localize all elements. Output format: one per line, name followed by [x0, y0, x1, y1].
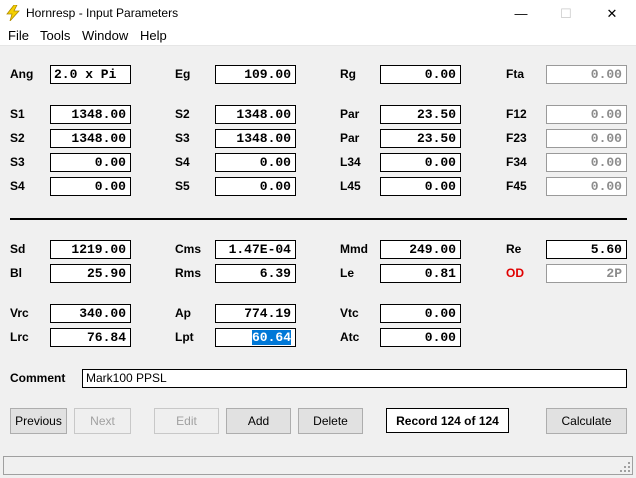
param-label: Vrc	[10, 306, 29, 320]
s1-field[interactable]: 1348.00	[50, 105, 131, 124]
ang-field[interactable]: 2.0 x Pi	[50, 65, 131, 84]
le-field[interactable]: 0.81	[380, 264, 461, 283]
param-label: Ang	[10, 67, 34, 81]
rms-field[interactable]: 6.39	[215, 264, 296, 283]
param-label: Sd	[10, 242, 26, 256]
menu-window[interactable]: Window	[82, 28, 128, 43]
edit-button[interactable]: Edit	[154, 408, 219, 434]
mmd-field[interactable]: 249.00	[380, 240, 461, 259]
l45-field[interactable]: 0.00	[380, 177, 461, 196]
l34-field[interactable]: 0.00	[380, 153, 461, 172]
lrc-field[interactable]: 76.84	[50, 328, 131, 347]
param-label: F12	[506, 107, 527, 121]
maximize-button[interactable]: ☐	[543, 0, 589, 27]
param-label: S3	[10, 155, 25, 169]
sd-field[interactable]: 1219.00	[50, 240, 131, 259]
comment-label: Comment	[10, 371, 66, 385]
param-label: Lrc	[10, 330, 29, 344]
f45-field: 0.00	[546, 177, 627, 196]
param-label: Eg	[175, 67, 191, 81]
s2-field[interactable]: 1348.00	[215, 105, 296, 124]
rg-field[interactable]: 0.00	[380, 65, 461, 84]
next-button[interactable]: Next	[74, 408, 131, 434]
s4-field[interactable]: 0.00	[50, 177, 131, 196]
vrc-field[interactable]: 340.00	[50, 304, 131, 323]
param-label: S4	[10, 179, 25, 193]
param-label: Le	[340, 266, 355, 280]
s3-field[interactable]: 1348.00	[215, 129, 296, 148]
ap-field[interactable]: 774.19	[215, 304, 296, 323]
param-label: Rg	[340, 67, 356, 81]
param-label: Fta	[506, 67, 524, 81]
f34-field: 0.00	[546, 153, 627, 172]
param-label: Mmd	[340, 242, 368, 256]
status-bar	[3, 456, 633, 475]
param-label: Re	[506, 242, 522, 256]
od-field: 2P	[546, 264, 627, 283]
minimize-icon: —	[514, 6, 528, 21]
menu-file[interactable]: File	[8, 28, 29, 43]
param-label: Rms	[175, 266, 202, 280]
param-label: Cms	[175, 242, 202, 256]
param-label: S5	[175, 179, 190, 193]
param-label: Vtc	[340, 306, 359, 320]
param-label: Bl	[10, 266, 22, 280]
f23-field: 0.00	[546, 129, 627, 148]
record-indicator: Record 124 of 124	[386, 408, 509, 433]
input-parameters-form: Ang 2.0 x Pi S1 1348.00 S2 1348.00 S3 0.…	[0, 46, 636, 454]
resize-grip-icon[interactable]	[620, 462, 630, 472]
s3-field[interactable]: 0.00	[50, 153, 131, 172]
re-field[interactable]: 5.60	[546, 240, 627, 259]
calculate-button[interactable]: Calculate	[546, 408, 627, 434]
eg-field[interactable]: 109.00	[215, 65, 296, 84]
param-label: Ap	[175, 306, 191, 320]
s5-field[interactable]: 0.00	[215, 177, 296, 196]
param-label: Par	[340, 131, 360, 145]
f12-field: 0.00	[546, 105, 627, 124]
add-button[interactable]: Add	[226, 408, 291, 434]
section-divider	[10, 218, 627, 220]
param-label: F34	[506, 155, 527, 169]
vtc-field[interactable]: 0.00	[380, 304, 461, 323]
param-label: F45	[506, 179, 527, 193]
selected-text: 60.64	[251, 330, 291, 345]
menu-help[interactable]: Help	[140, 28, 167, 43]
param-label: F23	[506, 131, 527, 145]
param-label: S4	[175, 155, 190, 169]
menu-tools[interactable]: Tools	[40, 28, 70, 43]
param-label: S3	[175, 131, 190, 145]
param-label: S1	[10, 107, 25, 121]
od-label[interactable]: OD	[506, 264, 524, 282]
param-label: L45	[340, 179, 361, 193]
maximize-icon: ☐	[560, 5, 572, 21]
minimize-button[interactable]: —	[498, 0, 544, 27]
previous-button[interactable]: Previous	[10, 408, 67, 434]
par-field[interactable]: 23.50	[380, 129, 461, 148]
menu-bar: File Tools Window Help	[0, 27, 636, 46]
par-field[interactable]: 23.50	[380, 105, 461, 124]
cms-field[interactable]: 1.47E-04	[215, 240, 296, 259]
delete-button[interactable]: Delete	[298, 408, 363, 434]
param-label: Atc	[340, 330, 360, 344]
param-label: S2	[175, 107, 190, 121]
param-label: L34	[340, 155, 361, 169]
s2-field[interactable]: 1348.00	[50, 129, 131, 148]
bl-field[interactable]: 25.90	[50, 264, 131, 283]
param-label: Par	[340, 107, 360, 121]
comment-field[interactable]: Mark100 PPSL	[82, 369, 627, 388]
fta-field: 0.00	[546, 65, 627, 84]
close-icon: ✕	[606, 5, 618, 21]
close-button[interactable]: ✕	[589, 0, 635, 27]
lpt-field[interactable]: 60.64	[215, 328, 296, 347]
param-label: S2	[10, 131, 25, 145]
title-bar: Hornresp - Input Parameters — ☐ ✕	[0, 0, 636, 27]
atc-field[interactable]: 0.00	[380, 328, 461, 347]
lightning-icon	[6, 5, 20, 21]
window-title: Hornresp - Input Parameters	[26, 6, 179, 20]
param-label: Lpt	[175, 330, 194, 344]
s4-field[interactable]: 0.00	[215, 153, 296, 172]
